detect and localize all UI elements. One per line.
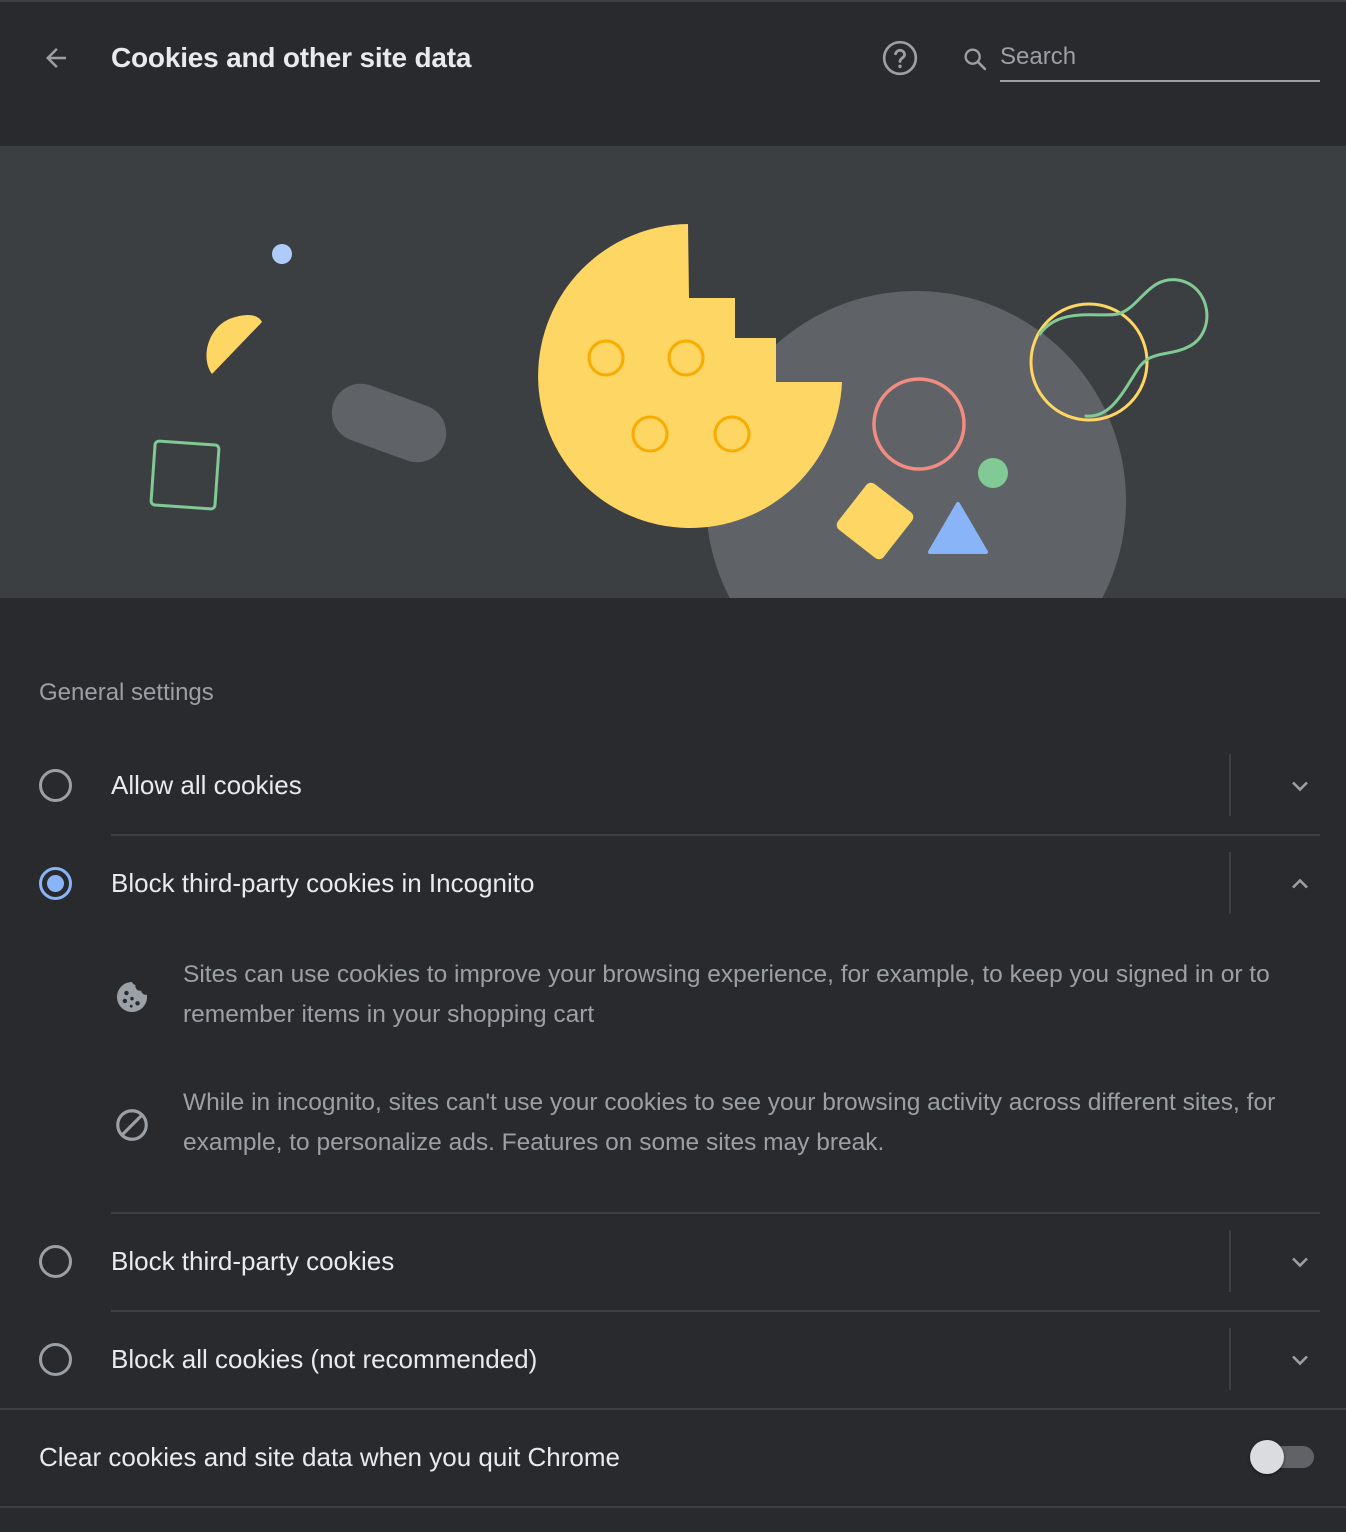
row-separator: [1229, 1230, 1231, 1292]
option-label: Block all cookies (not recommended): [111, 1344, 538, 1374]
help-button[interactable]: [878, 36, 922, 80]
page-title: Cookies and other site data: [111, 42, 472, 73]
option-block-third-party[interactable]: Block third-party cookies: [0, 1212, 1346, 1310]
detail-item: Sites can use cookies to improve your br…: [111, 955, 1320, 1035]
back-button[interactable]: [32, 36, 80, 80]
section-title: General settings: [39, 679, 214, 706]
option-label: Allow all cookies: [111, 770, 302, 800]
option-block-third-party-incognito[interactable]: Block third-party cookies in Incognito: [0, 834, 1346, 932]
row-separator: [1229, 852, 1231, 914]
chevron-down-icon: [1292, 781, 1308, 792]
radio-button[interactable]: [39, 1245, 72, 1278]
search-icon: [964, 48, 987, 71]
detail-item: While in incognito, sites can't use your…: [111, 1083, 1320, 1163]
chevron-down-icon: [1292, 1355, 1308, 1366]
cookie-banner: [0, 146, 1346, 598]
row-separator: [1229, 754, 1231, 816]
search-box: [958, 36, 1320, 84]
toggle-knob: [1250, 1440, 1284, 1474]
arrow-back-icon: [46, 48, 66, 68]
settings-page: Cookies and other site data Search Gener…: [0, 0, 1346, 1532]
radio-button[interactable]: [39, 769, 72, 802]
page-header: Cookies and other site data: [0, 0, 1346, 146]
detail-text: While in incognito, sites can't use your…: [183, 1089, 1276, 1156]
search-input[interactable]: [1000, 36, 1320, 82]
radio-button[interactable]: [39, 867, 72, 900]
option-block-all-cookies[interactable]: Block all cookies (not recommended): [0, 1310, 1346, 1408]
expand-button[interactable]: [1276, 1238, 1324, 1286]
help-circle-icon: [882, 40, 918, 76]
clear-on-quit-toggle[interactable]: [1250, 1440, 1316, 1474]
divider: [0, 1408, 1346, 1410]
collapse-button[interactable]: [1276, 860, 1324, 908]
row-separator: [1229, 1328, 1231, 1390]
chevron-down-icon: [1292, 1257, 1308, 1268]
option-allow-all-cookies[interactable]: Allow all cookies: [0, 736, 1346, 834]
block-icon: [111, 1104, 153, 1146]
expand-button[interactable]: [1276, 1336, 1324, 1384]
detail-text: Sites can use cookies to improve your br…: [183, 961, 1270, 1028]
search-icon-wrap[interactable]: [958, 42, 992, 76]
chevron-up-icon: [1292, 878, 1308, 889]
divider: [0, 1506, 1346, 1508]
radio-button[interactable]: [39, 1343, 72, 1376]
cookie-icon: [111, 976, 153, 1018]
option-label: Block third-party cookies: [111, 1246, 395, 1276]
cookie-illustration: [149, 224, 1209, 598]
option-label: Block third-party cookies in Incognito: [111, 868, 535, 898]
clear-on-quit-label: Clear cookies and site data when you qui…: [39, 1442, 620, 1472]
expand-button[interactable]: [1276, 762, 1324, 810]
